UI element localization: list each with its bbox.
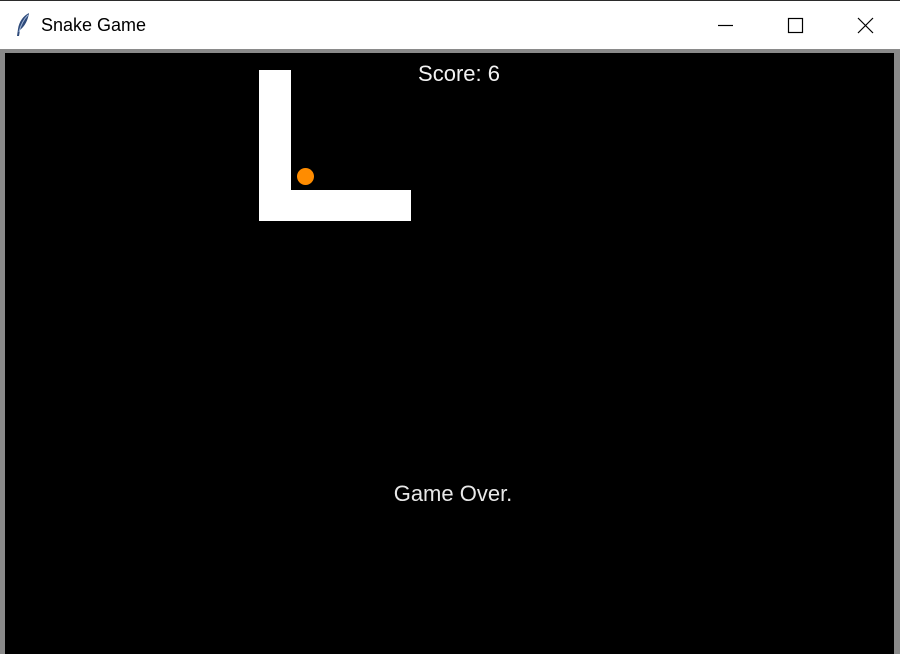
canvas-frame: Score: 6 Game Over.	[0, 49, 900, 654]
game-canvas[interactable]: Score: 6 Game Over.	[5, 53, 894, 654]
app-window: Snake Game Score: 6 Game Over.	[0, 0, 900, 654]
feather-icon	[14, 12, 32, 38]
close-icon	[857, 17, 874, 34]
food-pellet	[297, 168, 314, 185]
score-label: Score: 6	[418, 61, 500, 86]
window-title: Snake Game	[41, 15, 147, 35]
maximize-button[interactable]	[760, 1, 830, 49]
minimize-button[interactable]	[690, 1, 760, 49]
minimize-icon	[718, 24, 733, 27]
title-bar[interactable]: Snake Game	[0, 0, 900, 49]
snake-segment-horizontal	[259, 190, 411, 221]
maximize-icon	[787, 17, 804, 34]
game-over-label: Game Over.	[393, 481, 513, 506]
close-button[interactable]	[830, 1, 900, 49]
